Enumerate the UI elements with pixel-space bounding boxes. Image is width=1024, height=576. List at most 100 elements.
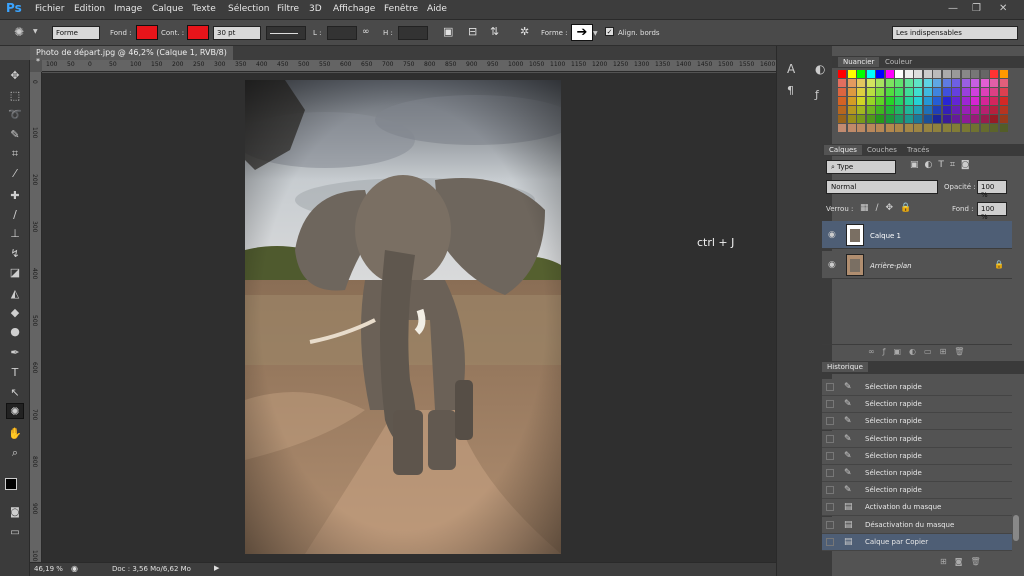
history-footer-icons[interactable]: ⊞◙🗑 bbox=[940, 557, 989, 566]
color-swatch[interactable] bbox=[923, 97, 932, 105]
document-tab[interactable]: Photo de départ.jpg @ 46,2% (Calque 1, R… bbox=[30, 46, 233, 66]
move-tool-icon[interactable]: ✥ bbox=[6, 68, 24, 84]
color-swatch[interactable] bbox=[942, 79, 951, 87]
color-swatch[interactable] bbox=[942, 115, 951, 123]
color-swatch[interactable] bbox=[904, 88, 913, 96]
color-swatch[interactable] bbox=[980, 124, 989, 132]
color-swatch[interactable] bbox=[904, 115, 913, 123]
color-swatch[interactable] bbox=[961, 106, 970, 114]
color-swatch[interactable] bbox=[980, 79, 989, 87]
color-swatch[interactable] bbox=[971, 79, 979, 87]
color-swatch[interactable] bbox=[895, 124, 903, 132]
fill-color-swatch[interactable] bbox=[136, 25, 158, 40]
color-swatch[interactable] bbox=[866, 115, 875, 123]
menu-texte[interactable]: Texte bbox=[192, 4, 216, 14]
color-swatch[interactable] bbox=[838, 88, 846, 96]
quick-mask-icon[interactable]: ◙ bbox=[6, 505, 24, 521]
color-swatch[interactable] bbox=[971, 106, 979, 114]
history-scrollbar[interactable] bbox=[1013, 515, 1019, 541]
tab-layers[interactable]: Calques bbox=[824, 145, 862, 155]
gear-icon[interactable]: ✲ bbox=[520, 25, 529, 38]
stroke-size-input[interactable]: 30 pt bbox=[213, 26, 261, 40]
menu-fichier[interactable]: Fichier bbox=[35, 4, 64, 14]
color-swatch[interactable] bbox=[990, 97, 998, 105]
color-swatch[interactable] bbox=[952, 97, 960, 105]
color-swatch[interactable] bbox=[866, 97, 875, 105]
history-item[interactable]: ✎ Sélection rapide bbox=[822, 430, 1012, 448]
color-swatch[interactable] bbox=[857, 79, 865, 87]
color-swatch[interactable] bbox=[857, 115, 865, 123]
eye-icon[interactable]: ◉ bbox=[828, 260, 836, 270]
layers-footer-icons[interactable]: ∞ƒ▣◐▭⊞🗑 bbox=[822, 344, 1012, 358]
color-swatch[interactable] bbox=[847, 97, 856, 105]
color-swatch[interactable] bbox=[999, 106, 1008, 114]
color-swatch[interactable] bbox=[914, 124, 922, 132]
stroke-color-swatch[interactable] bbox=[187, 25, 209, 40]
color-swatch[interactable] bbox=[990, 115, 998, 123]
color-swatch[interactable] bbox=[838, 124, 846, 132]
character-panel-icon[interactable]: A bbox=[787, 62, 795, 76]
history-item[interactable]: ✎ Sélection rapide bbox=[822, 482, 1012, 500]
history-item[interactable]: ▤ Désactivation du masque bbox=[822, 516, 1012, 534]
color-swatch[interactable] bbox=[961, 79, 970, 87]
color-swatch[interactable] bbox=[876, 115, 884, 123]
color-panel-icon[interactable]: ◐ bbox=[815, 62, 825, 76]
document-photo[interactable] bbox=[245, 80, 561, 554]
color-swatch[interactable] bbox=[990, 88, 998, 96]
screen-mode-icon[interactable]: ▭ bbox=[6, 525, 24, 541]
history-checkbox[interactable] bbox=[826, 383, 834, 391]
color-swatch[interactable] bbox=[876, 106, 884, 114]
color-swatch[interactable] bbox=[980, 88, 989, 96]
tab-paths[interactable]: Tracés bbox=[902, 145, 934, 155]
history-panel-icon[interactable]: ƒ bbox=[815, 88, 819, 101]
color-swatch[interactable] bbox=[866, 124, 875, 132]
color-swatch[interactable] bbox=[885, 88, 894, 96]
color-swatch[interactable] bbox=[857, 97, 865, 105]
color-swatch[interactable] bbox=[914, 79, 922, 87]
color-swatch[interactable] bbox=[942, 124, 951, 132]
color-swatch[interactable] bbox=[980, 97, 989, 105]
color-swatch[interactable] bbox=[838, 115, 846, 123]
color-swatch[interactable] bbox=[857, 70, 865, 78]
color-swatch[interactable] bbox=[876, 70, 884, 78]
menu-calque[interactable]: Calque bbox=[152, 4, 183, 14]
color-swatch[interactable] bbox=[904, 70, 913, 78]
eyedropper-tool-icon[interactable]: ⁄ bbox=[6, 166, 24, 182]
color-swatch[interactable] bbox=[923, 124, 932, 132]
color-swatch[interactable] bbox=[895, 70, 903, 78]
chevron-down-icon[interactable]: ▼ bbox=[33, 28, 38, 35]
layer-filter-select[interactable]: ⌕ Type bbox=[826, 160, 896, 174]
color-swatch[interactable] bbox=[933, 97, 941, 105]
blur-tool-icon[interactable]: ◆ bbox=[6, 305, 24, 321]
history-checkbox[interactable] bbox=[826, 469, 834, 477]
color-swatch[interactable] bbox=[952, 124, 960, 132]
history-item[interactable]: ✎ Sélection rapide bbox=[822, 396, 1012, 414]
color-swatch[interactable] bbox=[847, 106, 856, 114]
color-swatch[interactable] bbox=[914, 88, 922, 96]
color-swatch[interactable] bbox=[866, 106, 875, 114]
width-input[interactable] bbox=[327, 26, 357, 40]
color-swatch[interactable] bbox=[838, 70, 846, 78]
color-swatch[interactable] bbox=[942, 88, 951, 96]
color-swatch[interactable] bbox=[904, 124, 913, 132]
color-swatch[interactable] bbox=[885, 70, 894, 78]
color-swatch[interactable] bbox=[999, 97, 1008, 105]
color-swatch[interactable] bbox=[885, 106, 894, 114]
color-swatch[interactable] bbox=[914, 70, 922, 78]
color-swatch[interactable] bbox=[999, 115, 1008, 123]
layer-filter-icons[interactable]: ▣◐T⌗◙ bbox=[910, 160, 976, 170]
color-swatch[interactable] bbox=[895, 115, 903, 123]
type-tool-icon[interactable]: T bbox=[6, 365, 24, 381]
color-swatch[interactable] bbox=[847, 70, 856, 78]
menu-filtre[interactable]: Filtre bbox=[277, 4, 299, 14]
layer-row-calque-1[interactable]: ◉ Calque 1 bbox=[822, 221, 1012, 249]
tab-color[interactable]: Couleur bbox=[880, 57, 917, 67]
fill-input[interactable]: 100 % bbox=[977, 202, 1007, 221]
history-checkbox[interactable] bbox=[826, 400, 834, 409]
chevron-down-icon[interactable]: ▼ bbox=[593, 30, 598, 37]
history-checkbox[interactable] bbox=[826, 451, 834, 460]
history-item[interactable]: ✎ Sélection rapide bbox=[822, 447, 1012, 465]
healing-brush-tool-icon[interactable]: ✚ bbox=[6, 188, 24, 204]
color-swatch[interactable] bbox=[933, 124, 941, 132]
menu-affichage[interactable]: Affichage bbox=[333, 4, 375, 14]
